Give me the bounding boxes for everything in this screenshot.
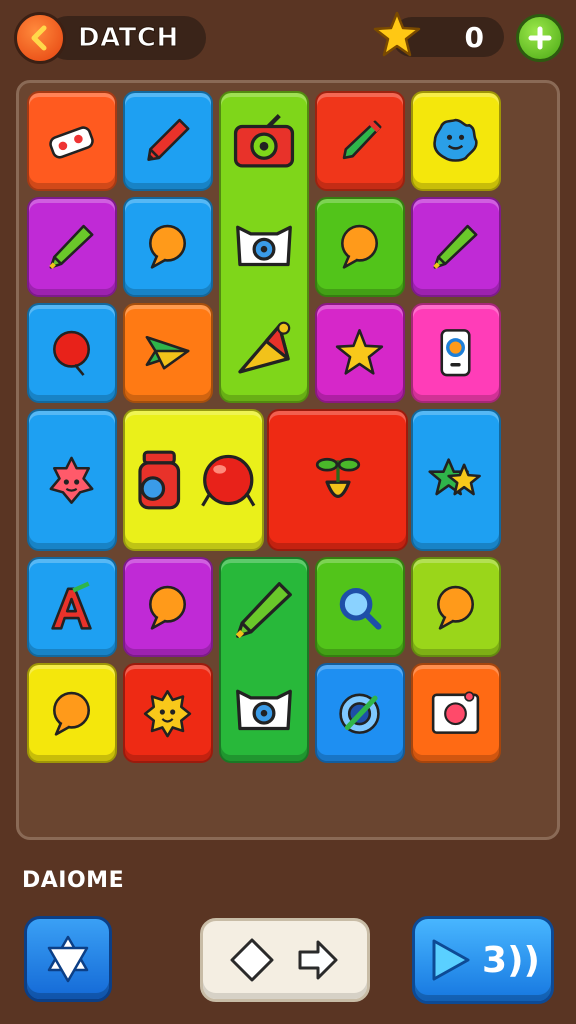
board-tile[interactable] xyxy=(411,409,501,552)
letter-a-icon xyxy=(51,581,93,630)
board-tile[interactable] xyxy=(411,557,501,658)
star-of-david-icon xyxy=(47,935,89,983)
board-tile[interactable] xyxy=(411,663,501,764)
play-button[interactable]: 3)) xyxy=(412,916,554,1004)
board-tile[interactable] xyxy=(315,663,405,764)
balloon-icon xyxy=(53,331,91,377)
star-icon xyxy=(336,329,384,375)
game-title: DATCH xyxy=(46,16,206,60)
board-tile[interactable] xyxy=(27,663,117,764)
game-title-text: DATCH xyxy=(78,23,179,54)
phone-icon xyxy=(440,329,472,377)
speech-bubble-icon xyxy=(149,225,187,269)
board-tile[interactable] xyxy=(27,409,117,552)
crayon-icon xyxy=(49,225,94,270)
camera-icon xyxy=(233,114,295,168)
party-hat-icon xyxy=(238,321,291,374)
board-tile[interactable] xyxy=(27,91,117,191)
board-tile[interactable] xyxy=(411,197,501,297)
pencil-icon xyxy=(147,119,190,162)
play-button-text: 3)) xyxy=(482,939,540,981)
speech-bubble-icon xyxy=(341,225,379,269)
star-icon xyxy=(373,11,421,57)
cat-camera-icon xyxy=(236,689,292,731)
marker-icon xyxy=(343,120,382,160)
crayon-icon xyxy=(235,582,292,639)
board-tile[interactable] xyxy=(315,557,405,658)
board-tile[interactable] xyxy=(315,303,405,403)
speech-bubble-icon xyxy=(437,585,475,630)
magnifier-icon xyxy=(340,587,382,630)
picture-frame-icon xyxy=(432,691,480,734)
double-star-icon xyxy=(428,458,482,496)
speech-bubble-icon xyxy=(149,585,187,630)
plant-icon xyxy=(315,458,360,499)
board-tile[interactable] xyxy=(219,91,309,403)
sun-face-icon xyxy=(144,689,192,738)
board-tile[interactable] xyxy=(315,197,405,297)
board-tile[interactable] xyxy=(27,197,117,297)
paper-plane-icon xyxy=(146,336,190,370)
cat-camera-icon xyxy=(236,225,292,267)
direction-controls xyxy=(200,918,370,1002)
board-tile[interactable] xyxy=(411,91,501,191)
jar-icon xyxy=(138,450,181,510)
board-tile[interactable] xyxy=(219,557,309,764)
diamond-arrow-icon[interactable] xyxy=(228,936,276,984)
play-icon xyxy=(432,939,470,981)
board-tile[interactable] xyxy=(123,303,213,403)
mode-label: DAIOME xyxy=(22,868,125,893)
board-tile[interactable] xyxy=(123,409,264,552)
add-button[interactable] xyxy=(516,14,564,62)
board-tile[interactable] xyxy=(123,557,213,658)
score-value: 0 xyxy=(464,20,484,54)
game-board xyxy=(16,80,560,840)
ball-icon xyxy=(200,455,255,507)
special-button[interactable] xyxy=(24,916,112,1002)
back-button[interactable] xyxy=(14,12,66,64)
board-tile[interactable] xyxy=(267,409,408,552)
board-tile[interactable] xyxy=(123,197,213,297)
board-tile[interactable] xyxy=(315,91,405,191)
board-tile[interactable] xyxy=(123,91,213,191)
plus-icon xyxy=(528,26,552,50)
target-icon xyxy=(339,693,381,734)
arrow-right-icon[interactable] xyxy=(294,936,342,984)
crayon-icon xyxy=(433,225,478,270)
speech-bubble-icon xyxy=(53,691,91,736)
eraser-icon xyxy=(49,126,95,159)
board-tile[interactable] xyxy=(411,303,501,403)
star-creature-icon xyxy=(50,456,94,504)
blob-monster-icon xyxy=(433,119,479,163)
board-tile[interactable] xyxy=(27,303,117,403)
chevron-left-icon xyxy=(31,25,47,51)
board-tile[interactable] xyxy=(27,557,117,658)
board-tile[interactable] xyxy=(123,663,213,764)
